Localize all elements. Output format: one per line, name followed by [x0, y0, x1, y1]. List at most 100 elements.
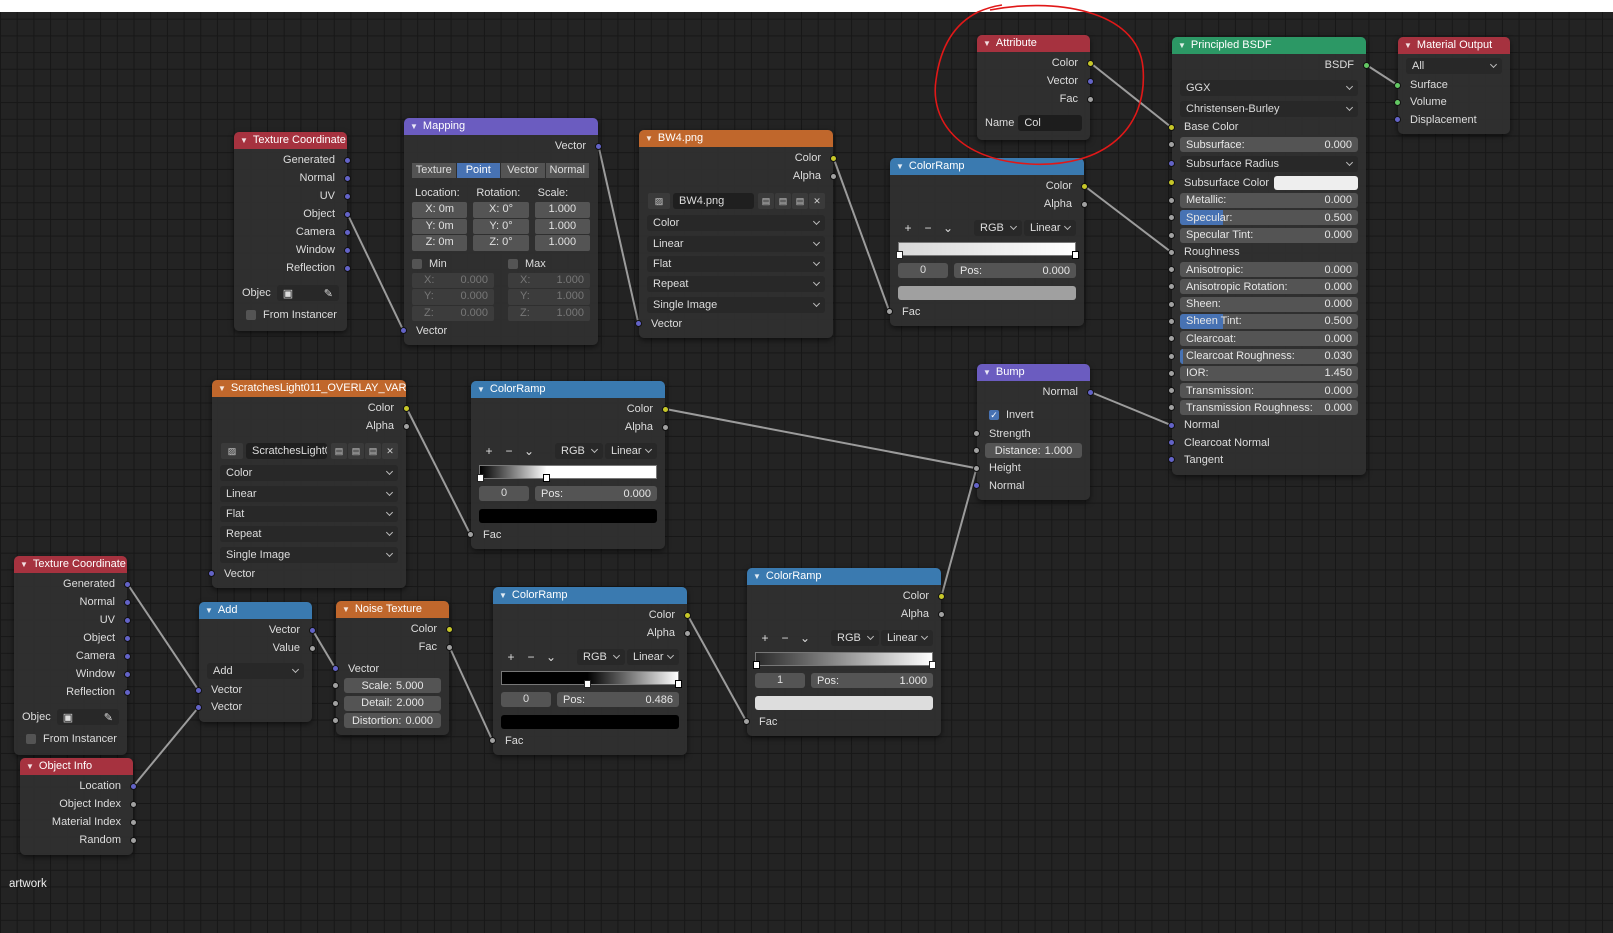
float-socket[interactable] — [1087, 95, 1094, 103]
node-header[interactable]: ▼ Principled BSDF — [1172, 37, 1366, 54]
float-socket[interactable] — [886, 308, 893, 316]
node-header[interactable]: ▼ Bump — [977, 364, 1090, 381]
color-stop-handle[interactable] — [543, 474, 551, 482]
disabled-value-field[interactable]: Y: 1.000 — [508, 289, 590, 305]
vector-socket[interactable] — [195, 686, 202, 694]
color-stop-handle[interactable] — [752, 661, 760, 669]
vector-socket[interactable] — [1168, 439, 1175, 447]
color-stop-handle[interactable] — [674, 680, 682, 688]
vector-socket[interactable] — [309, 626, 316, 634]
clearcoat-slider[interactable]: Clearcoat: 0.000 — [1180, 331, 1358, 347]
float-socket[interactable] — [130, 818, 137, 826]
vector-socket[interactable] — [595, 142, 602, 150]
stop-position-field[interactable]: Pos: 0.486 — [557, 692, 679, 707]
collapse-triangle-icon[interactable]: ▼ — [26, 762, 34, 771]
node-link-bump-to-bsdf[interactable] — [1090, 391, 1172, 427]
remove-stop-icon[interactable]: − — [521, 650, 541, 664]
color-stop-handle[interactable] — [895, 251, 903, 259]
float-socket[interactable] — [130, 800, 137, 808]
color-socket[interactable] — [403, 404, 410, 412]
subsurface-slider[interactable]: Subsurface: 0.000 — [1180, 137, 1358, 153]
node-link-noise-to-cr3[interactable] — [448, 646, 494, 742]
value-field[interactable]: X: 0° — [473, 202, 529, 218]
vector-socket[interactable] — [344, 228, 351, 236]
folder-icon[interactable]: ▤ — [792, 193, 808, 209]
single-image-dropdown[interactable]: Single Image — [220, 546, 398, 563]
node-link-add-to-noise[interactable] — [311, 629, 337, 670]
node-colorramp[interactable]: ▼ ColorRamp Color Alpha + − ⌄ RGB Linear 0 Pos: 0.4… — [489, 587, 691, 756]
node-link-bw4-to-cr1[interactable] — [832, 157, 891, 312]
value-field[interactable]: X: 0m — [412, 202, 468, 218]
collapse-triangle-icon[interactable]: ▼ — [499, 591, 507, 600]
value-field[interactable]: 1.000 — [534, 202, 590, 218]
repeat-dropdown[interactable]: Repeat — [220, 526, 398, 543]
float-socket[interactable] — [973, 430, 980, 438]
value-field[interactable]: 1.000 — [534, 218, 590, 234]
float-socket[interactable] — [1168, 141, 1175, 149]
object-field[interactable]: ▣ ✎ — [276, 285, 339, 301]
node-object-info[interactable]: ▼ Object Info Location Object Index Material… — [20, 758, 137, 855]
stop-color-swatch[interactable] — [501, 714, 679, 729]
node-link-cr2-to-bump[interactable] — [665, 408, 977, 470]
vector-socket[interactable] — [344, 156, 351, 164]
color-mode-dropdown[interactable]: RGB — [577, 649, 625, 665]
float-socket[interactable] — [1168, 266, 1175, 274]
image-browse-icon[interactable]: ▨ — [648, 193, 670, 209]
stop-position-field[interactable]: Pos: 0.000 — [535, 486, 657, 501]
flat-dropdown[interactable]: Flat — [647, 255, 825, 272]
node-header[interactable]: ▼ Noise Texture — [336, 601, 449, 618]
float-socket[interactable] — [1168, 283, 1175, 291]
max-checkbox[interactable] — [508, 258, 518, 269]
disabled-value-field[interactable]: X: 0.000 — [412, 272, 494, 288]
from-instancer-checkbox[interactable] — [26, 734, 36, 744]
node-link-bsdf-to-matout[interactable] — [1365, 64, 1399, 86]
node-header[interactable]: ▼ BW4.png — [639, 130, 833, 147]
float-socket[interactable] — [1168, 317, 1175, 325]
node-header[interactable]: ▼ Mapping — [404, 118, 598, 135]
vector-socket[interactable] — [973, 482, 980, 490]
float-socket[interactable] — [1168, 214, 1175, 222]
float-socket[interactable] — [1168, 404, 1175, 412]
collapse-triangle-icon[interactable]: ▼ — [342, 605, 350, 614]
float-socket[interactable] — [1168, 369, 1175, 377]
ramp-menu-chevron-icon[interactable]: ⌄ — [938, 221, 958, 235]
node-header[interactable]: ▼ ColorRamp — [493, 587, 687, 604]
specular-slider[interactable]: Specular: 0.500 — [1180, 210, 1358, 226]
node-link-cr1-to-bsdf[interactable] — [1083, 185, 1173, 254]
vector-socket[interactable] — [1168, 456, 1175, 464]
anisotropic-slider[interactable]: Anisotropic: 0.000 — [1180, 262, 1358, 278]
mapping-type-vector[interactable]: Vector — [501, 162, 545, 178]
stop-index-field[interactable]: 1 — [755, 673, 805, 688]
vector-socket[interactable] — [124, 580, 131, 588]
float-socket[interactable] — [1168, 387, 1175, 395]
float-socket[interactable] — [684, 629, 691, 637]
color-gradient-bar[interactable] — [476, 465, 657, 482]
shader-socket[interactable] — [1394, 98, 1401, 106]
from-instancer-checkbox[interactable] — [246, 310, 256, 320]
close-icon[interactable]: ✕ — [809, 193, 825, 209]
node-link-mapping-to-bw4[interactable] — [597, 145, 640, 324]
node-header[interactable]: ▼ Add — [199, 602, 312, 619]
float-socket[interactable] — [1168, 300, 1175, 308]
vector-socket[interactable] — [344, 210, 351, 218]
color-mode-dropdown[interactable]: RGB — [831, 630, 879, 646]
flat-dropdown[interactable]: Flat — [220, 505, 398, 522]
disabled-value-field[interactable]: Z: 0.000 — [412, 305, 494, 321]
node-link-cr4-to-bump[interactable] — [940, 467, 978, 597]
float-socket[interactable] — [830, 172, 837, 180]
float-socket[interactable] — [467, 531, 474, 539]
stop-position-field[interactable]: Pos: 0.000 — [954, 263, 1076, 278]
folder-icon[interactable]: ▤ — [365, 443, 381, 459]
vector-socket[interactable] — [1394, 116, 1401, 124]
sheen-slider[interactable]: Sheen: 0.000 — [1180, 296, 1358, 312]
vector-socket[interactable] — [332, 665, 339, 673]
shader-socket[interactable] — [1394, 81, 1401, 89]
single-image-dropdown[interactable]: Single Image — [647, 296, 825, 313]
stop-index-field[interactable]: 0 — [501, 692, 551, 707]
collapse-triangle-icon[interactable]: ▼ — [218, 384, 226, 393]
value-field[interactable]: Z: 0m — [412, 235, 468, 251]
stop-color-swatch[interactable] — [898, 285, 1076, 300]
node-attribute[interactable]: ▼ Attribute Color Vector Fac Name Col — [977, 35, 1094, 140]
node-colorramp[interactable]: ▼ ColorRamp Color Alpha + − ⌄ RGB Linear 0 Pos: 0.0… — [886, 158, 1088, 327]
node-link-tc2-to-add[interactable] — [126, 583, 200, 691]
